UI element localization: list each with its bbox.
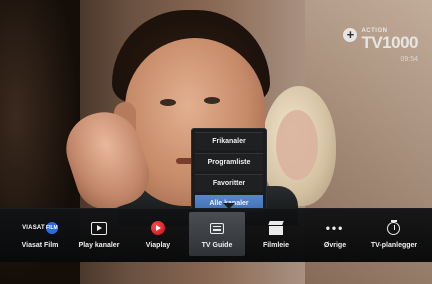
menu-item-ovrige[interactable]: ••• Øvrige: [307, 212, 363, 256]
menu-item-tv-guide[interactable]: TV Guide: [189, 212, 245, 256]
menu-label-tv-guide: TV Guide: [201, 242, 233, 249]
menu-item-viasat-film[interactable]: VIASAT FILM Viasat Film: [12, 212, 68, 256]
menu-item-viaplay[interactable]: Viaplay: [130, 212, 186, 256]
film-badge: FILM: [45, 222, 58, 234]
menu-label-ovrige: Øvrige: [323, 242, 347, 249]
viaplay-icon: [151, 216, 165, 240]
bottom-menu: VIASAT FILM Viasat Film Play kanaler Via…: [12, 212, 422, 256]
stopwatch-icon: [387, 216, 401, 240]
menu-label-viaplay: Viaplay: [145, 242, 171, 249]
viasat-film-logo-icon: VIASAT FILM: [22, 216, 58, 240]
menu-item-filmleie[interactable]: Filmleie: [248, 212, 304, 256]
channel-logo: + ACTION TV1000 09:54: [343, 28, 418, 63]
clock-time: 09:54: [400, 56, 418, 63]
guide-icon: [210, 216, 224, 240]
menu-label-play-kanaler: Play kanaler: [78, 242, 120, 249]
man-eye-left: [160, 99, 176, 106]
menu-label-filmleie: Filmleie: [262, 242, 290, 249]
play-icon: [91, 216, 107, 240]
submenu-item-frikanaler[interactable]: Frikanaler: [195, 132, 263, 150]
background-person-face: [276, 110, 318, 180]
menu-item-tv-planlegger[interactable]: TV-planlegger: [366, 212, 422, 256]
more-icon: •••: [325, 221, 345, 235]
menu-item-play-kanaler[interactable]: Play kanaler: [71, 212, 127, 256]
channel-plus-icon: +: [343, 28, 358, 42]
menu-label-tv-planlegger: TV-planlegger: [370, 242, 418, 249]
submenu-item-programliste[interactable]: Programliste: [195, 153, 263, 171]
viasat-logo-text: VIASAT: [22, 225, 45, 231]
tv-screen: + ACTION TV1000 09:54 Frikanaler Program…: [0, 0, 432, 284]
submenu-item-favoritter[interactable]: Favoritter: [195, 174, 263, 192]
clapperboard-icon: [268, 216, 284, 240]
channel-logo-main: TV1000: [361, 33, 418, 52]
channel-logo-text: ACTION TV1000: [361, 28, 418, 51]
man-eye-right: [204, 97, 220, 104]
menu-label-viasat-film: Viasat Film: [21, 242, 59, 249]
